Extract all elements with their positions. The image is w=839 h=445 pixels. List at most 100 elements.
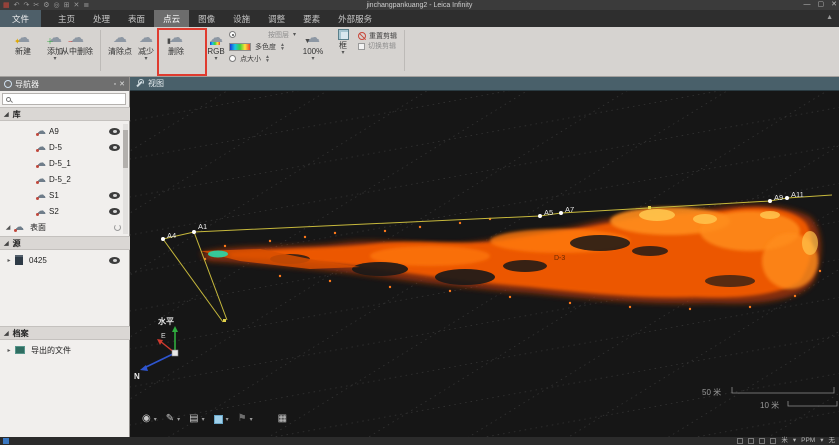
tree-node-surfaces[interactable]: ◢ ☁ 表面 (0, 219, 130, 235)
status-icon[interactable] (759, 438, 765, 444)
tab-point-clouds[interactable]: 点云 (154, 10, 189, 27)
cloud-new-icon: ☁✦ (16, 29, 30, 46)
3d-scene-canvas[interactable]: D-3 A4 A1 A5 A7 A9 (130, 91, 839, 437)
tree-item-d5-1[interactable]: ☁ D-5_1 (0, 155, 130, 171)
reset-clip-button[interactable]: 重置剪辑 (358, 31, 397, 41)
panel-pin-icon[interactable]: ▫ (114, 81, 116, 88)
viewport-panel: 视图 (130, 77, 839, 437)
clip-box-button[interactable]: 框 ▾ (332, 29, 354, 56)
clip-controls: 重置剪辑 切换剪辑 (358, 31, 397, 51)
loading-spinner-icon (114, 224, 121, 231)
tree-item-d5[interactable]: ☁ D-5 (0, 139, 130, 155)
marker-dot[interactable] (538, 214, 542, 218)
multicolor-gradient-icon[interactable] (229, 43, 251, 51)
tab-adjustments[interactable]: 调整 (259, 10, 294, 27)
section-source[interactable]: ◢ 源 (0, 236, 130, 250)
section-archive[interactable]: ◢ 档案 (0, 326, 130, 340)
navigator-scrollbar[interactable] (123, 124, 128, 234)
cloud-reduce-icon: ☁ (139, 29, 153, 46)
collapsed-icon[interactable]: ▸ (6, 257, 12, 264)
tree-item-a9[interactable]: ☁ A9 (0, 123, 130, 139)
view-cube-button[interactable]: ▾ (214, 415, 229, 424)
remove-from-pointcloud-button[interactable]: ☁− 从中删除 (56, 29, 98, 56)
viewport-tab-label[interactable]: 视图 (148, 78, 164, 89)
navigator-panel: 导航器 ▫ ✕ ◢ 库 ☁ A9 ☁ D-5 ☁ D-5_1 ☁ (0, 77, 130, 437)
tree-item-s1[interactable]: ☁ S1 (0, 187, 130, 203)
status-icon[interactable] (770, 438, 776, 444)
vertex-dot[interactable] (223, 319, 226, 322)
tab-file[interactable]: 文件 (0, 10, 41, 27)
visibility-eye-icon[interactable] (109, 192, 120, 199)
vertex-dot[interactable] (648, 206, 651, 209)
reduce-button[interactable]: ☁ 减少 ▾ (133, 29, 159, 62)
tab-external-services[interactable]: 外部服务 (329, 10, 381, 27)
visibility-eye-icon[interactable] (109, 144, 120, 151)
expand-icon[interactable]: ◢ (5, 224, 11, 231)
tab-infrastructure[interactable]: 设施 (224, 10, 259, 27)
edit-tool-button[interactable]: ✎▾ (166, 413, 180, 425)
tab-imaging[interactable]: 图像 (189, 10, 224, 27)
scale-50-label: 50 米 (702, 387, 721, 397)
collapse-ribbon-icon[interactable]: ▲ (826, 14, 833, 21)
tab-surfaces[interactable]: 表面 (119, 10, 154, 27)
expand-icon[interactable]: ◢ (4, 240, 9, 247)
navigator-header: 导航器 ▫ ✕ (0, 77, 129, 91)
grid-toggle-button[interactable]: ▦ (278, 413, 287, 425)
unit-selector[interactable]: 米 (781, 437, 788, 445)
cloud-rgb-icon: ☁ (209, 29, 223, 46)
marker-dot[interactable] (768, 199, 772, 203)
panel-close-icon[interactable]: ✕ (119, 80, 125, 88)
chevron-down-icon[interactable]: ▾ (293, 32, 296, 38)
collapsed-icon[interactable]: ▸ (6, 347, 12, 354)
point-size-stepper[interactable]: ▲▼ (265, 55, 270, 63)
tree-item-s2[interactable]: ☁ S2 (0, 203, 130, 219)
density-percent-button[interactable]: ☁▼ 100% ▾ (298, 29, 328, 62)
section-library[interactable]: ◢ 库 (0, 107, 130, 121)
visibility-eye-icon[interactable] (109, 257, 120, 264)
pointcloud-icon: ☁ (36, 190, 46, 201)
visibility-eye-icon[interactable] (109, 208, 120, 215)
tree-item-d5-2[interactable]: ☁ D-5_2 (0, 171, 130, 187)
marker-dot[interactable] (161, 237, 165, 241)
tree-item-0425[interactable]: ▸ 0425 (0, 252, 130, 268)
minimize-button[interactable]: — (804, 0, 811, 10)
tab-home[interactable]: 主页 (49, 10, 84, 27)
point-size-radio[interactable] (229, 55, 236, 62)
marker-dot[interactable] (559, 211, 563, 215)
slice-tool-button[interactable]: ▤▾ (189, 413, 204, 425)
toggle-clip-checkbox[interactable]: 切换剪辑 (358, 41, 397, 51)
navigator-search (2, 93, 126, 105)
flag-tool-button[interactable]: ⚑▾ (238, 413, 253, 425)
close-button[interactable]: ✕ (831, 0, 837, 10)
pointcloud-icon: ☁ (36, 142, 46, 153)
expand-icon[interactable]: ◢ (4, 330, 9, 337)
viewport-tab-bar: 视图 (130, 77, 839, 91)
tab-processing[interactable]: 处理 (84, 10, 119, 27)
delete-button[interactable]: ☁▮ 删除 (162, 29, 190, 56)
power-status[interactable]: 无 (829, 437, 836, 445)
expand-icon[interactable]: ◢ (4, 111, 9, 118)
marker-dot[interactable] (785, 196, 789, 200)
cube-icon (214, 415, 223, 424)
clear-points-button[interactable]: ☁ 清除点 (104, 29, 136, 56)
by-layer-radio[interactable] (229, 31, 236, 38)
wrench-icon (135, 79, 144, 88)
marker-dot[interactable] (192, 230, 196, 234)
visibility-eye-icon[interactable] (109, 128, 120, 135)
orbit-tool-button[interactable]: ◉▾ (142, 413, 157, 425)
coloring-controls: 按图层 ▾ 多色度 ▲▼ 点大小 ▲▼ (229, 29, 296, 64)
cloud-remove-icon: ☁− (70, 29, 84, 46)
tab-features[interactable]: 要素 (294, 10, 329, 27)
tree-item-exported-files[interactable]: ▸ 导出的文件 (0, 342, 130, 358)
ppm-selector[interactable]: PPM (801, 437, 815, 445)
multicolor-stepper[interactable]: ▲▼ (280, 43, 285, 51)
file-icon (15, 255, 23, 265)
status-app-icon (3, 438, 9, 444)
rgb-button[interactable]: ☁ RGB ▾ (202, 29, 230, 62)
maximize-button[interactable]: ▢ (818, 0, 825, 10)
title-bar: ▦ ↶ ↷ ✂ ⚙ ◎ ⊞ ✕ ≣ jinchangpankuang2 - Le… (0, 0, 839, 10)
new-pointcloud-button[interactable]: ☁✦ 新建 (6, 29, 40, 56)
search-input[interactable] (14, 94, 114, 104)
status-icon[interactable] (737, 438, 743, 444)
status-icon[interactable] (748, 438, 754, 444)
